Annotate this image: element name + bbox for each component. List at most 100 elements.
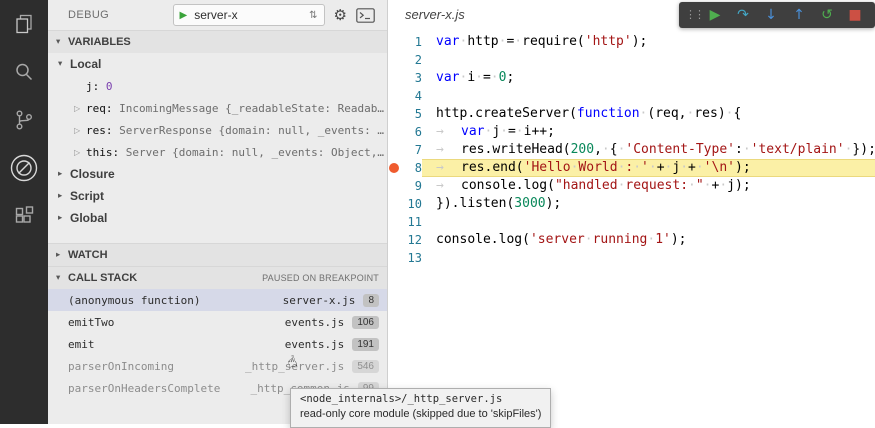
variable-req[interactable]: ▷req: IncomingMessage {_readableState: R… xyxy=(48,97,387,119)
variable-value: Server {domain: null, _events: Object, … xyxy=(126,146,387,159)
configure-gear-icon[interactable]: ⚙ xyxy=(334,6,347,24)
continue-button[interactable]: ▶ xyxy=(701,2,729,28)
scope-global[interactable]: ▸Global xyxy=(48,207,387,229)
launch-config-select[interactable]: ▶ server-x ⇅ xyxy=(173,4,325,26)
gutter-glyph[interactable] xyxy=(388,141,399,159)
line-number[interactable]: 7 xyxy=(399,141,422,159)
callstack-section-header[interactable]: ▾ CALL STACK PAUSED ON BREAKPOINT xyxy=(48,266,387,289)
code-area[interactable]: 1var·http·=·require('http');23var·i·=·0;… xyxy=(388,33,875,267)
variable-value: 0 xyxy=(106,80,113,93)
drag-handle-icon[interactable]: ⋮⋮ xyxy=(685,2,701,28)
line-number[interactable]: 5 xyxy=(399,105,422,123)
chevron-down-icon: ▾ xyxy=(56,273,68,283)
debug-icon[interactable] xyxy=(0,144,48,192)
step-out-button[interactable]: ↑ xyxy=(785,2,813,28)
restart-button[interactable]: ↺ xyxy=(813,2,841,28)
frame-name: emit xyxy=(68,338,285,351)
line-number[interactable]: 12 xyxy=(399,231,422,249)
frame-file: events.js xyxy=(285,316,345,329)
line-number[interactable]: 13 xyxy=(399,249,422,267)
line-number[interactable]: 2 xyxy=(399,51,422,69)
line-number[interactable]: 9 xyxy=(399,177,422,195)
code-line-5[interactable]: 5http.createServer(function·(req,·res)·{ xyxy=(388,105,875,123)
gutter-glyph[interactable] xyxy=(388,51,399,69)
variable-name: j xyxy=(86,80,93,93)
gutter-glyph[interactable] xyxy=(388,33,399,51)
line-content: console.log('server·running·1'); xyxy=(422,231,875,249)
line-number[interactable]: 4 xyxy=(399,87,422,105)
callstack-frame[interactable]: emitevents.js191 xyxy=(48,333,387,355)
code-line-12[interactable]: 12console.log('server·running·1'); xyxy=(388,231,875,249)
line-content: →res.end('Hello·World·:·'·+·j·+·'\n'); xyxy=(422,159,875,177)
code-line-9[interactable]: 9→console.log("handled·request:·"·+·j); xyxy=(388,177,875,195)
vscode-window: DEBUG ▶ server-x ⇅ ⚙ ▾ VARIA xyxy=(0,0,875,424)
colon: : xyxy=(93,80,106,93)
callstack-list: (anonymous function)server-x.js8emitTwoe… xyxy=(48,289,387,399)
gutter-glyph[interactable] xyxy=(388,123,399,141)
gutter-glyph[interactable] xyxy=(388,195,399,213)
callstack-frame[interactable]: parserOnIncoming_http_server.js546 xyxy=(48,355,387,377)
code-line-6[interactable]: 6→var·j·=·i++; xyxy=(388,123,875,141)
line-number[interactable]: 6 xyxy=(399,123,422,141)
gutter-glyph[interactable] xyxy=(388,69,399,87)
stop-button[interactable]: ■ xyxy=(841,2,869,28)
line-number[interactable]: 10 xyxy=(399,195,422,213)
start-debug-icon[interactable]: ▶ xyxy=(180,10,188,21)
variable-name: req xyxy=(86,102,106,115)
frame-name: parserOnHeadersComplete xyxy=(68,382,251,395)
scope-script[interactable]: ▸Script xyxy=(48,185,387,207)
watch-section-header[interactable]: ▸ WATCH xyxy=(48,243,387,266)
sidebar-title: DEBUG xyxy=(68,9,109,21)
gutter-glyph[interactable] xyxy=(388,213,399,231)
gutter-glyph[interactable] xyxy=(388,249,399,267)
line-number[interactable]: 8 xyxy=(399,159,422,177)
scope-local[interactable]: ▾Local xyxy=(48,53,387,75)
source-control-icon[interactable] xyxy=(0,96,48,144)
callstack-frame[interactable]: emitTwoevents.js106 xyxy=(48,311,387,333)
paused-status: PAUSED ON BREAKPOINT xyxy=(262,273,379,283)
launch-controls: ▶ server-x ⇅ ⚙ xyxy=(173,4,375,26)
step-over-button[interactable]: ↷ xyxy=(729,2,757,28)
variable-this[interactable]: ▷this: Server {domain: null, _events: Ob… xyxy=(48,141,387,163)
search-icon[interactable] xyxy=(0,48,48,96)
gutter-glyph[interactable] xyxy=(388,231,399,249)
variables-section-header[interactable]: ▾ VARIABLES xyxy=(48,30,387,53)
gutter-glyph[interactable] xyxy=(388,105,399,123)
gutter-glyph[interactable] xyxy=(388,87,399,105)
code-line-3[interactable]: 3var·i·=·0; xyxy=(388,69,875,87)
chevron-right-icon: ▸ xyxy=(58,213,70,223)
code-line-13[interactable]: 13 xyxy=(388,249,875,267)
scope-label: Closure xyxy=(70,167,115,181)
scope-label: Global xyxy=(70,211,107,225)
step-into-button[interactable]: ↓ xyxy=(757,2,785,28)
code-line-11[interactable]: 11 xyxy=(388,213,875,231)
gutter-glyph[interactable] xyxy=(388,159,399,177)
code-line-1[interactable]: 1var·http·=·require('http'); xyxy=(388,33,875,51)
variable-name: res xyxy=(86,124,106,137)
code-line-7[interactable]: 7→res.writeHead(200,·{·'Content-Type':·'… xyxy=(388,141,875,159)
code-line-10[interactable]: 10}).listen(3000); xyxy=(388,195,875,213)
frame-file: events.js xyxy=(285,338,345,351)
extensions-icon[interactable] xyxy=(0,192,48,240)
chevron-right-icon: ▸ xyxy=(56,250,68,260)
colon: : xyxy=(106,102,119,115)
variables-list: ▾Localj: 0▷req: IncomingMessage {_readab… xyxy=(48,53,387,229)
select-arrows-icon: ⇅ xyxy=(309,10,317,21)
explorer-icon[interactable] xyxy=(0,0,48,48)
editor: server-x.js ⋮⋮▶↷↓↑↺■ 1var·http·=·require… xyxy=(388,0,875,424)
variable-j[interactable]: j: 0 xyxy=(48,75,387,97)
code-line-8[interactable]: 8→res.end('Hello·World·:·'·+·j·+·'\n'); xyxy=(388,159,875,177)
variable-name: this xyxy=(86,146,113,159)
line-content: http.createServer(function·(req,·res)·{ xyxy=(422,105,875,123)
line-number[interactable]: 3 xyxy=(399,69,422,87)
gutter-glyph[interactable] xyxy=(388,177,399,195)
code-line-4[interactable]: 4 xyxy=(388,87,875,105)
line-number[interactable]: 1 xyxy=(399,33,422,51)
callstack-frame[interactable]: (anonymous function)server-x.js8 xyxy=(48,289,387,311)
scope-closure[interactable]: ▸Closure xyxy=(48,163,387,185)
variable-res[interactable]: ▷res: ServerResponse {domain: null, _eve… xyxy=(48,119,387,141)
code-line-2[interactable]: 2 xyxy=(388,51,875,69)
debug-console-icon[interactable] xyxy=(356,8,375,23)
line-number[interactable]: 11 xyxy=(399,213,422,231)
tooltip-message: read-only core module (skipped due to 's… xyxy=(300,407,541,422)
